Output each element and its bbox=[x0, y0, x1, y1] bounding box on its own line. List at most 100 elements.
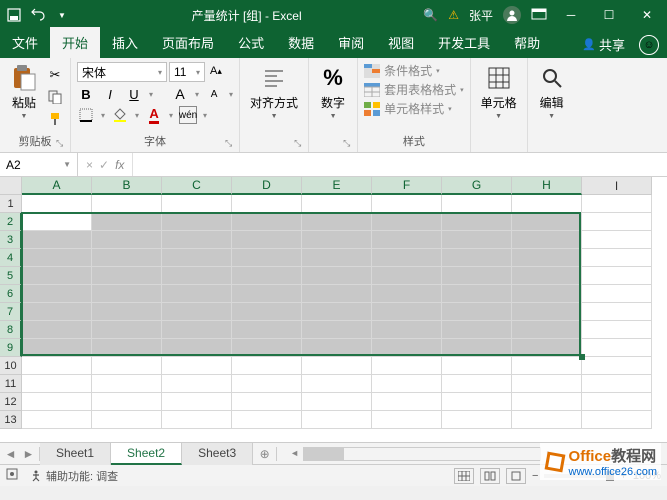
tab-file[interactable]: 文件 bbox=[0, 27, 50, 58]
cell[interactable] bbox=[22, 303, 92, 321]
cell[interactable] bbox=[582, 375, 652, 393]
paste-button[interactable]: 粘贴 ▼ bbox=[6, 62, 42, 122]
cell[interactable] bbox=[372, 357, 442, 375]
number-button[interactable]: % 数字 ▼ bbox=[315, 62, 351, 122]
row-header[interactable]: 7 bbox=[0, 303, 22, 321]
cell[interactable] bbox=[302, 321, 372, 339]
cell[interactable] bbox=[162, 411, 232, 429]
cell[interactable] bbox=[92, 285, 162, 303]
cell[interactable] bbox=[372, 411, 442, 429]
cell[interactable] bbox=[302, 195, 372, 213]
enter-formula-icon[interactable]: ✓ bbox=[99, 158, 109, 172]
cell[interactable] bbox=[582, 195, 652, 213]
cell[interactable] bbox=[582, 267, 652, 285]
cell[interactable] bbox=[372, 375, 442, 393]
font-size-small-icon[interactable]: A bbox=[205, 85, 223, 103]
cell[interactable] bbox=[512, 411, 582, 429]
cell[interactable] bbox=[512, 393, 582, 411]
cell[interactable] bbox=[22, 231, 92, 249]
cell[interactable] bbox=[372, 195, 442, 213]
accessibility-status[interactable]: 辅助功能: 调查 bbox=[30, 468, 118, 484]
column-header[interactable]: E bbox=[302, 177, 372, 195]
cell[interactable] bbox=[372, 339, 442, 357]
cell[interactable] bbox=[22, 393, 92, 411]
cell[interactable] bbox=[232, 195, 302, 213]
cells-button[interactable]: 单元格 ▼ bbox=[477, 62, 521, 122]
cell[interactable] bbox=[92, 393, 162, 411]
cell[interactable] bbox=[372, 267, 442, 285]
formula-input[interactable] bbox=[133, 153, 667, 176]
tab-developer[interactable]: 开发工具 bbox=[426, 27, 502, 58]
column-header[interactable]: G bbox=[442, 177, 512, 195]
cancel-formula-icon[interactable]: × bbox=[86, 158, 93, 172]
sheet-nav-prev-icon[interactable]: ◄ bbox=[5, 447, 17, 461]
cell[interactable] bbox=[512, 249, 582, 267]
underline-button[interactable]: U bbox=[125, 85, 143, 103]
tab-insert[interactable]: 插入 bbox=[100, 27, 150, 58]
column-header[interactable]: F bbox=[372, 177, 442, 195]
italic-button[interactable]: I bbox=[101, 85, 119, 103]
cell[interactable] bbox=[442, 339, 512, 357]
cell[interactable] bbox=[582, 339, 652, 357]
cell[interactable] bbox=[442, 285, 512, 303]
cell[interactable] bbox=[442, 375, 512, 393]
cell[interactable] bbox=[512, 231, 582, 249]
column-header[interactable]: B bbox=[92, 177, 162, 195]
cell[interactable] bbox=[372, 213, 442, 231]
row-header[interactable]: 5 bbox=[0, 267, 22, 285]
cell[interactable] bbox=[512, 375, 582, 393]
sheet-tab[interactable]: Sheet2 bbox=[111, 443, 182, 465]
cell[interactable] bbox=[302, 393, 372, 411]
cell[interactable] bbox=[232, 411, 302, 429]
scrollbar-thumb[interactable] bbox=[304, 448, 344, 460]
tab-home[interactable]: 开始 bbox=[50, 27, 100, 58]
cell[interactable] bbox=[232, 393, 302, 411]
cell[interactable] bbox=[22, 357, 92, 375]
cell[interactable] bbox=[582, 303, 652, 321]
cell[interactable] bbox=[162, 357, 232, 375]
font-size-large-icon[interactable]: A bbox=[171, 85, 189, 103]
row-header[interactable]: 11 bbox=[0, 375, 22, 393]
cell[interactable] bbox=[92, 195, 162, 213]
cell[interactable] bbox=[512, 357, 582, 375]
cell[interactable] bbox=[442, 303, 512, 321]
cell[interactable] bbox=[162, 231, 232, 249]
font-name-combo[interactable]: 宋体▾ bbox=[77, 62, 167, 82]
cell[interactable] bbox=[372, 249, 442, 267]
scroll-left-icon[interactable]: ◄ bbox=[290, 448, 299, 458]
row-header[interactable]: 2 bbox=[0, 213, 22, 231]
zoom-out-icon[interactable]: − bbox=[532, 470, 538, 482]
tab-view[interactable]: 视图 bbox=[376, 27, 426, 58]
row-header[interactable]: 1 bbox=[0, 195, 22, 213]
cell[interactable] bbox=[162, 375, 232, 393]
cell[interactable] bbox=[442, 231, 512, 249]
cell[interactable] bbox=[22, 267, 92, 285]
cell[interactable] bbox=[92, 249, 162, 267]
cell[interactable] bbox=[232, 231, 302, 249]
cell[interactable] bbox=[22, 411, 92, 429]
page-layout-view-icon[interactable] bbox=[480, 468, 500, 484]
cell[interactable] bbox=[512, 285, 582, 303]
fx-icon[interactable]: fx bbox=[115, 158, 124, 172]
maximize-button[interactable]: ☐ bbox=[595, 5, 623, 25]
cell[interactable] bbox=[442, 249, 512, 267]
cell[interactable] bbox=[232, 375, 302, 393]
cell[interactable] bbox=[302, 339, 372, 357]
clipboard-launcher-icon[interactable]: ⤡ bbox=[56, 138, 68, 150]
cell[interactable] bbox=[582, 249, 652, 267]
row-header[interactable]: 13 bbox=[0, 411, 22, 429]
cell[interactable] bbox=[302, 231, 372, 249]
column-header[interactable]: I bbox=[582, 177, 652, 195]
cell[interactable] bbox=[162, 285, 232, 303]
row-header[interactable]: 9 bbox=[0, 339, 22, 357]
cell[interactable] bbox=[582, 393, 652, 411]
sheet-tab[interactable]: Sheet1 bbox=[40, 443, 111, 465]
cell[interactable] bbox=[582, 357, 652, 375]
row-header[interactable]: 4 bbox=[0, 249, 22, 267]
font-size-combo[interactable]: 11▾ bbox=[169, 62, 205, 82]
column-header[interactable]: C bbox=[162, 177, 232, 195]
cell[interactable] bbox=[22, 375, 92, 393]
cell[interactable] bbox=[512, 303, 582, 321]
cell[interactable] bbox=[582, 411, 652, 429]
cell[interactable] bbox=[92, 231, 162, 249]
